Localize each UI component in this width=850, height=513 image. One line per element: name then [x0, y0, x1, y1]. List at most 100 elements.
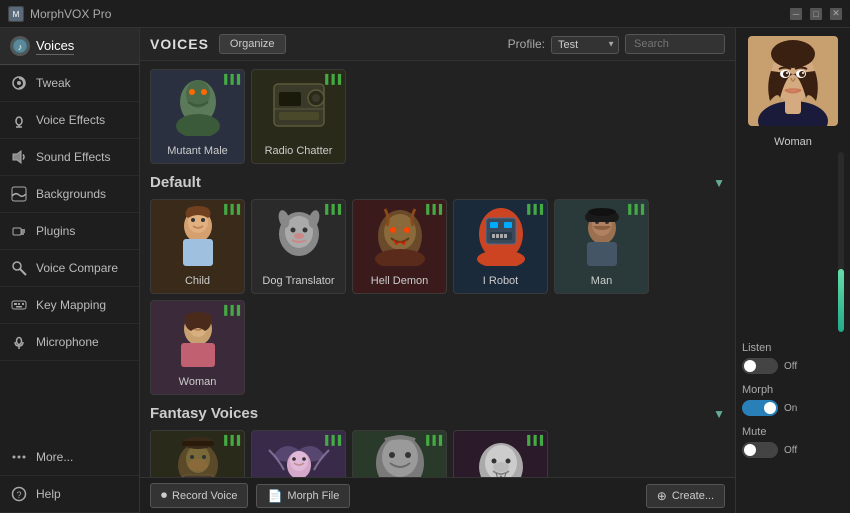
- signal-icon: ▐▐▐: [221, 204, 240, 214]
- sidebar-item-help[interactable]: ? Help: [0, 476, 139, 513]
- voice-item-radio-chatter[interactable]: ▐▐▐ Radio Chatter: [251, 69, 346, 164]
- svg-text:?: ?: [16, 490, 21, 500]
- signal-icon: ▐▐▐: [322, 435, 341, 445]
- listen-section: Listen Off: [742, 342, 844, 374]
- fantasy-voices-grid: ▐▐▐ Dwarf: [150, 430, 725, 477]
- featured-voices-grid: ▐▐▐ Mutant Male: [150, 69, 725, 164]
- voice-item-man[interactable]: ▐▐▐ Man: [554, 199, 649, 294]
- help-icon: ?: [10, 485, 28, 503]
- app-icon: M: [8, 6, 24, 22]
- voices-scroll-area[interactable]: ▐▐▐ Mutant Male: [140, 61, 735, 477]
- morph-label: Morph: [742, 384, 844, 396]
- signal-icon: ▐▐▐: [423, 204, 442, 214]
- maximize-button[interactable]: □: [810, 8, 822, 20]
- backgrounds-icon: [10, 185, 28, 203]
- help-label: Help: [36, 487, 61, 501]
- content-area: VOICES Organize Profile: Test Default Ga…: [140, 28, 735, 513]
- voices-icon: ♪: [10, 36, 30, 56]
- morph-file-label: Morph File: [287, 490, 339, 502]
- voice-item-hell-demon[interactable]: ▐▐▐ Hell Demon: [352, 199, 447, 294]
- voice-item-mutant-male[interactable]: ▐▐▐ Mutant Male: [150, 69, 245, 164]
- sidebar-item-key-mapping[interactable]: Key Mapping: [0, 287, 139, 324]
- mute-toggle-row: Off: [742, 442, 844, 458]
- voice-item-i-robot[interactable]: ▐▐▐ I Robot: [453, 199, 548, 294]
- sidebar-item-sound-effects[interactable]: Sound Effects: [0, 139, 139, 176]
- voice-name: Dog Translator: [262, 275, 334, 287]
- listen-label: Listen: [742, 342, 844, 354]
- sidebar: ♪ Voices Tweak Voice Effects Sound Effec…: [0, 28, 140, 513]
- organize-button[interactable]: Organize: [219, 34, 286, 54]
- mute-label: Mute: [742, 426, 844, 438]
- voice-item-child[interactable]: ▐▐▐ Child: [150, 199, 245, 294]
- listen-state: Off: [784, 361, 797, 372]
- mute-state: Off: [784, 445, 797, 456]
- record-icon: ⏺: [161, 488, 167, 503]
- backgrounds-label: Backgrounds: [36, 187, 106, 201]
- morph-file-button[interactable]: 📄 Morph File: [256, 484, 350, 508]
- fantasy-section-title: Fantasy Voices: [150, 405, 258, 422]
- voice-item-dwarf[interactable]: ▐▐▐ Dwarf: [150, 430, 245, 477]
- voice-item-dog-translator[interactable]: ▐▐▐ Dog Translator: [251, 199, 346, 294]
- fantasy-section-header: Fantasy Voices ▼: [150, 405, 725, 422]
- microphone-icon: [10, 333, 28, 351]
- profile-label: Profile:: [508, 37, 545, 51]
- voice-item-giant[interactable]: ▐▐▐ Giant: [352, 430, 447, 477]
- close-button[interactable]: ✕: [830, 8, 842, 20]
- voice-compare-icon: [10, 259, 28, 277]
- morph-toggle-row: On: [742, 400, 844, 416]
- svg-text:M: M: [13, 10, 20, 19]
- sidebar-item-voices[interactable]: ♪ Voices: [0, 28, 139, 65]
- mute-section: Mute Off: [742, 426, 844, 458]
- key-mapping-icon: [10, 296, 28, 314]
- record-voice-button[interactable]: ⏺ Record Voice: [150, 483, 248, 508]
- mute-toggle[interactable]: [742, 442, 778, 458]
- signal-icon: ▐▐▐: [322, 74, 341, 84]
- sidebar-item-microphone[interactable]: Microphone: [0, 324, 139, 361]
- voice-name: Man: [591, 275, 612, 287]
- sidebar-item-backgrounds[interactable]: Backgrounds: [0, 176, 139, 213]
- microphone-label: Microphone: [36, 335, 99, 349]
- signal-icon: ▐▐▐: [221, 435, 240, 445]
- sidebar-item-more[interactable]: More...: [0, 439, 139, 476]
- sidebar-item-voice-compare[interactable]: Voice Compare: [0, 250, 139, 287]
- avatar-container: [748, 36, 838, 126]
- bottombar: ⏺ Record Voice 📄 Morph File ⊕ Create...: [140, 477, 735, 513]
- topbar: VOICES Organize Profile: Test Default Ga…: [140, 28, 735, 61]
- more-label: More...: [36, 450, 73, 464]
- minimize-button[interactable]: ─: [790, 8, 802, 20]
- listen-toggle[interactable]: [742, 358, 778, 374]
- profile-area: Profile: Test Default Gaming Podcast: [508, 34, 725, 54]
- signal-icon: ▐▐▐: [524, 204, 543, 214]
- voice-item-nasty-gnome[interactable]: ▐▐▐ Nasty Gnome: [453, 430, 548, 477]
- signal-icon: ▐▐▐: [221, 305, 240, 315]
- sidebar-item-tweak[interactable]: Tweak: [0, 65, 139, 102]
- sidebar-item-voice-effects[interactable]: Voice Effects: [0, 102, 139, 139]
- profile-select[interactable]: Test Default Gaming Podcast: [551, 36, 619, 54]
- listen-toggle-row: Off: [742, 358, 844, 374]
- app-title: MorphVOX Pro: [30, 7, 790, 21]
- signal-icon: ▐▐▐: [524, 435, 543, 445]
- sound-effects-icon: [10, 148, 28, 166]
- create-label: Create...: [672, 490, 714, 502]
- default-section-title: Default: [150, 174, 201, 191]
- search-input[interactable]: [625, 34, 725, 54]
- voice-name: I Robot: [483, 275, 518, 287]
- key-mapping-label: Key Mapping: [36, 298, 106, 312]
- titlebar: M MorphVOX Pro ─ □ ✕: [0, 0, 850, 28]
- signal-icon: ▐▐▐: [322, 204, 341, 214]
- avatar-image: [748, 36, 838, 126]
- sidebar-item-plugins[interactable]: Plugins: [0, 213, 139, 250]
- voice-effects-label: Voice Effects: [36, 113, 105, 127]
- voice-name: Woman: [179, 376, 217, 388]
- default-section-toggle[interactable]: ▼: [713, 176, 725, 190]
- avatar-label: Woman: [774, 136, 812, 148]
- fantasy-section-toggle[interactable]: ▼: [713, 407, 725, 421]
- voice-compare-label: Voice Compare: [36, 261, 118, 275]
- create-button[interactable]: ⊕ Create...: [646, 484, 725, 508]
- volume-fill: [838, 269, 844, 332]
- svg-text:♪: ♪: [18, 42, 23, 52]
- morph-toggle[interactable]: [742, 400, 778, 416]
- voice-item-woman[interactable]: ▐▐▐ Woman: [150, 300, 245, 395]
- record-voice-label: Record Voice: [172, 490, 237, 502]
- voice-item-female-pixie[interactable]: ▐▐▐ Female Pixie: [251, 430, 346, 477]
